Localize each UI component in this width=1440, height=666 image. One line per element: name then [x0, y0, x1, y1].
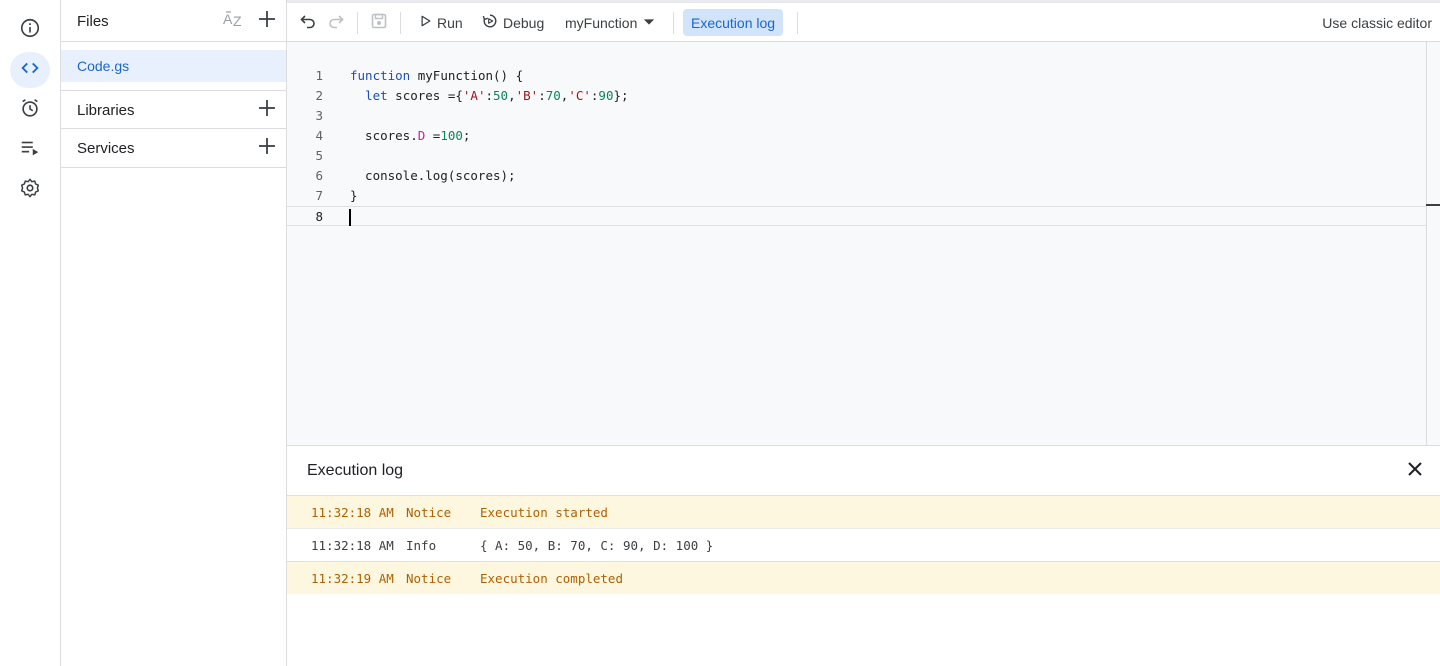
libraries-section[interactable]: Libraries	[61, 90, 286, 129]
code-line: 2 let scores ={'A':50,'B':70,'C':90};	[287, 86, 1426, 106]
execution-log-title: Execution log	[307, 462, 404, 479]
code-line: 5	[287, 146, 1426, 166]
log-level: Notice	[406, 571, 452, 586]
services-section[interactable]: Services	[61, 129, 286, 168]
add-service-button[interactable]	[257, 137, 277, 160]
code-line: 7 }	[287, 186, 1426, 206]
overview-button[interactable]	[10, 12, 50, 48]
run-label: Run	[437, 14, 463, 31]
run-button[interactable]: Run	[419, 3, 463, 42]
toolbar-divider	[357, 12, 358, 34]
log-message: { A: 50, B: 70, C: 90, D: 100 }	[480, 538, 714, 553]
execution-log-button[interactable]: Execution log	[683, 9, 784, 36]
line-number: 2	[315, 88, 323, 103]
files-header: Files AZ	[61, 0, 286, 42]
log-row: 11:32:18 AM Notice Execution started	[287, 495, 1440, 528]
files-title: Files	[77, 13, 109, 30]
play-icon	[419, 14, 433, 31]
sort-files-button[interactable]: AZ	[223, 11, 245, 31]
triggers-button[interactable]	[10, 92, 50, 128]
text-cursor	[349, 209, 351, 226]
info-icon	[19, 17, 41, 44]
code-icon	[19, 57, 41, 84]
editor-scrollbar[interactable]	[1426, 42, 1440, 445]
alarm-icon	[19, 97, 41, 124]
code-editor[interactable]: 1 function myFunction() { 2 let scores =…	[287, 42, 1440, 445]
function-select-value: myFunction	[565, 14, 638, 31]
log-row: 11:32:18 AM Info { A: 50, B: 70, C: 90, …	[287, 528, 1440, 561]
code-line: 3	[287, 106, 1426, 126]
line-number: 5	[315, 148, 323, 163]
gear-icon	[19, 177, 41, 204]
toolbar-divider	[797, 12, 798, 34]
code-line: 6 console.log(scores);	[287, 166, 1426, 186]
executions-button[interactable]	[10, 132, 50, 168]
function-select[interactable]: myFunction	[565, 3, 655, 42]
executions-icon	[19, 137, 41, 164]
file-item-code-gs[interactable]: Code.gs	[61, 50, 286, 82]
debug-icon	[482, 13, 498, 32]
file-name: Code.gs	[77, 58, 130, 74]
project-settings-button[interactable]	[10, 172, 50, 208]
line-number: 3	[315, 108, 323, 123]
code-text: function myFunction() {	[350, 68, 524, 83]
undo-icon	[299, 12, 317, 33]
redo-icon	[327, 12, 345, 33]
plus-icon	[258, 10, 276, 33]
log-level: Notice	[406, 505, 452, 520]
save-icon	[370, 12, 388, 33]
editor-button[interactable]	[10, 52, 50, 88]
code-text: let scores ={'A':50,'B':70,'C':90};	[365, 88, 629, 103]
code-line: 4 scores.D =100;	[287, 126, 1426, 146]
undo-button[interactable]	[299, 3, 317, 42]
svg-text:Z: Z	[233, 13, 242, 29]
code-text: scores.D =100;	[350, 128, 471, 143]
close-icon	[1407, 461, 1423, 482]
line-number: 7	[315, 188, 323, 203]
code-text: }	[350, 188, 358, 203]
execution-log-button-label: Execution log	[691, 14, 776, 31]
close-log-button[interactable]	[1404, 460, 1426, 482]
line-number: 4	[315, 128, 323, 143]
log-time: 11:32:18 AM	[311, 505, 394, 520]
use-classic-editor-button[interactable]: Use classic editor	[1322, 3, 1432, 42]
log-row: 11:32:19 AM Notice Execution completed	[287, 561, 1440, 594]
log-level: Info	[406, 538, 437, 553]
toolbar-divider	[673, 12, 674, 34]
files-panel: Files AZ Code.gs Libraries Services	[61, 0, 287, 666]
log-time: 11:32:18 AM	[311, 538, 394, 553]
code-line: 1 function myFunction() {	[287, 66, 1426, 86]
left-nav-rail	[0, 0, 61, 666]
debug-button[interactable]: Debug	[482, 3, 544, 42]
editor-toolbar: Run Debug myFunction Execution log Use c…	[287, 0, 1440, 42]
current-code-line: 8	[287, 206, 1426, 226]
libraries-label: Libraries	[77, 102, 135, 119]
redo-button[interactable]	[327, 3, 345, 42]
add-file-button[interactable]	[257, 10, 277, 33]
toolbar-divider	[400, 12, 401, 34]
line-number: 8	[315, 209, 323, 224]
debug-label: Debug	[503, 14, 545, 31]
svg-text:A: A	[223, 11, 233, 27]
code-text: console.log(scores);	[350, 168, 516, 183]
cursor-position-marker	[1426, 204, 1440, 206]
add-library-button[interactable]	[257, 99, 277, 122]
log-message: Execution completed	[480, 571, 623, 586]
services-label: Services	[77, 140, 135, 157]
plus-icon	[258, 137, 276, 160]
line-number: 1	[315, 68, 323, 83]
execution-log-panel: Execution log 11:32:18 AM Notice Executi…	[287, 445, 1440, 666]
line-number: 6	[315, 168, 323, 183]
save-button[interactable]	[370, 3, 388, 42]
log-time: 11:32:19 AM	[311, 571, 394, 586]
caret-down-icon	[643, 15, 655, 31]
classic-editor-label: Use classic editor	[1322, 14, 1432, 31]
plus-icon	[258, 99, 276, 122]
log-message: Execution started	[480, 505, 608, 520]
sort-az-icon: AZ	[223, 9, 245, 34]
